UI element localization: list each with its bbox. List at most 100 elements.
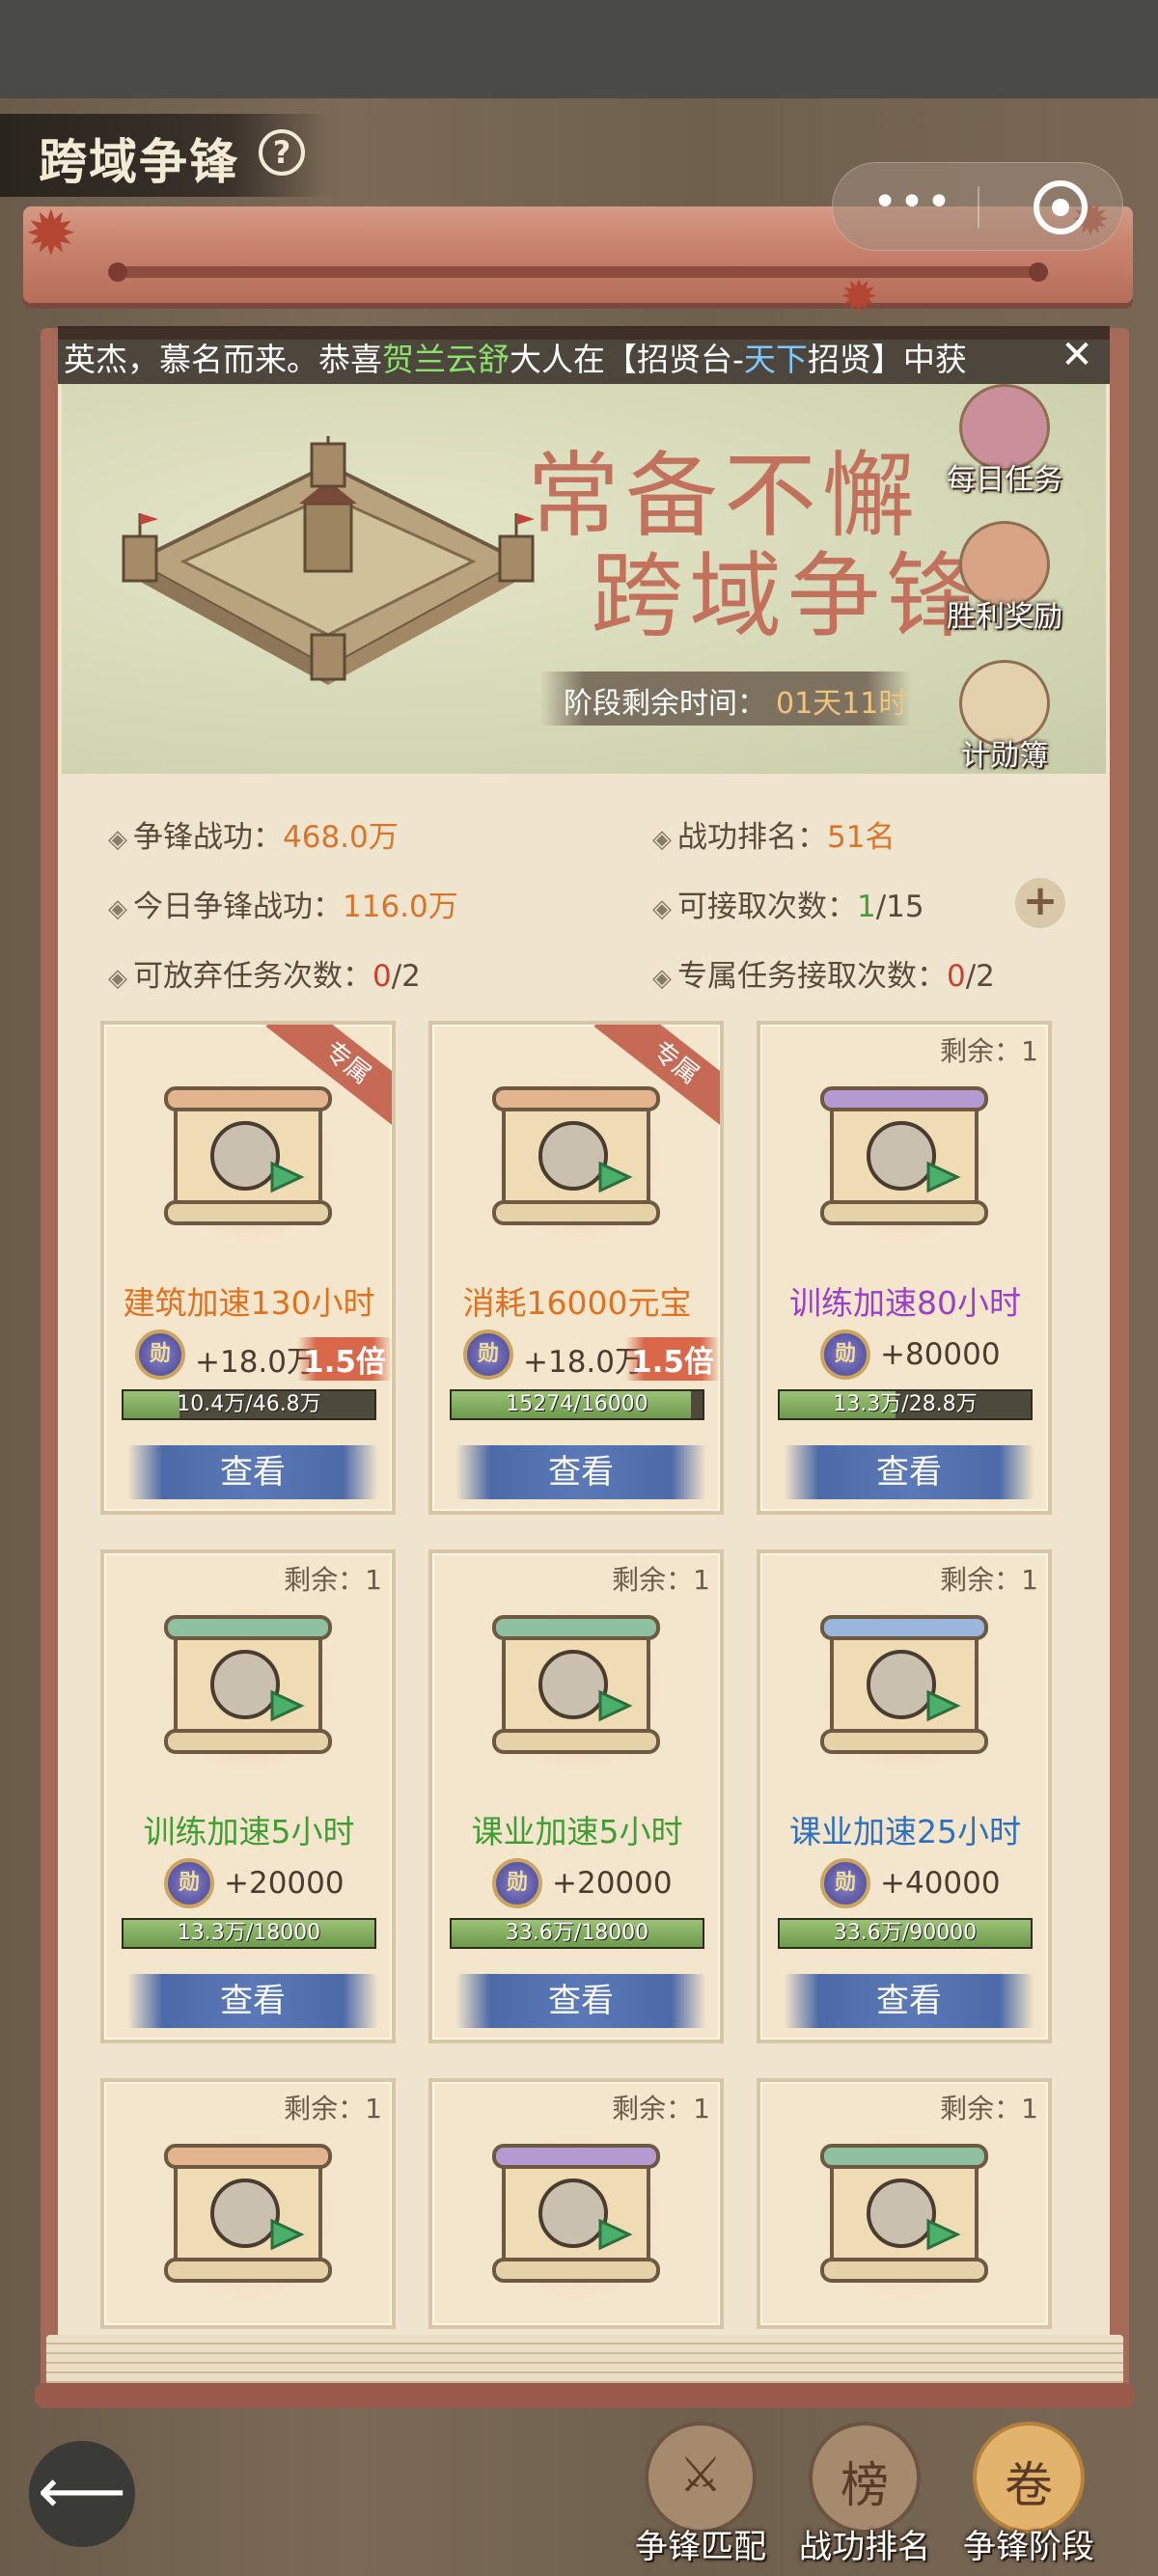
daily-tasks-label: 每日任务 (947, 463, 1062, 497)
task-name: 消耗16000元宝 (462, 1284, 692, 1322)
scroll-rod (112, 266, 1042, 278)
view-button[interactable]: 查看 (784, 1445, 1034, 1499)
task-card: 剩余：1 训练加速80小时勋 +80000 13.3万/28.8万 查看 (757, 1021, 1052, 1515)
victory-reward-button[interactable]: 胜利奖励 (942, 521, 1067, 646)
stage-scroll-icon: 卷 (1005, 2457, 1053, 2513)
task-progress-bar: 33.6万/90000 (778, 1918, 1033, 1949)
task-card: 专属 消耗16000元宝勋 +18.0万 1.5倍 15274/16000 查看 (428, 1021, 724, 1515)
remaining-count: 剩余：1 (940, 1564, 1038, 1596)
reward-value: +40000 (880, 1866, 1001, 1901)
contribution-stat: ◈ 争锋战功：468.0万 (108, 820, 399, 855)
gold-ingot-icon (492, 1086, 660, 1225)
task-progress-bar: 13.3万/28.8万 (778, 1389, 1033, 1420)
daily-tasks-button[interactable]: 每日任务 (942, 384, 1067, 509)
diamond-bullet-icon: ◈ (108, 825, 127, 854)
merit-coin-icon: 勋 (492, 1858, 542, 1908)
nav-match-label: 争锋匹配 (635, 2528, 766, 2566)
task-progress-bar: 33.6万/18000 (450, 1918, 704, 1949)
task-reward: 勋 +20000 (120, 1854, 380, 1912)
stage-time-value: 01天11时 (776, 687, 908, 721)
progress-text: 33.6万/18000 (505, 1921, 649, 1945)
page-title: 跨域争锋 (39, 133, 239, 190)
accept-count-stat: ◈ 可接取次数：1/15 (652, 890, 924, 924)
merit-coin-icon: 勋 (820, 1858, 870, 1908)
soldier-icon (164, 1615, 332, 1754)
diamond-bullet-icon: ◈ (108, 964, 127, 993)
view-button[interactable]: 查看 (127, 1974, 378, 2028)
back-arrow-icon: ⟵ (38, 2456, 126, 2528)
exclusive-count-stat: ◈ 专属任务接取次数：0/2 (652, 959, 995, 994)
nav-match-button[interactable]: ⚔ 争锋匹配 (614, 2422, 787, 2566)
view-button[interactable]: 查看 (455, 1445, 706, 1499)
task-progress-bar: 10.4万/46.8万 (122, 1389, 376, 1420)
task-progress-bar: 13.3万/18000 (122, 1918, 376, 1949)
nav-stage-label: 争锋阶段 (963, 2528, 1094, 2566)
view-button[interactable]: 查看 (127, 1445, 378, 1499)
progress-text: 10.4万/46.8万 (177, 1392, 321, 1416)
stage-time-label: 阶段剩余时间： (564, 687, 766, 721)
diamond-bullet-icon: ◈ (108, 894, 127, 923)
more-dots-icon[interactable]: ••• (869, 181, 956, 231)
progress-text: 13.3万/28.8万 (833, 1392, 978, 1416)
progress-text: 15274/16000 (506, 1392, 648, 1416)
task-card: 剩余：1 (428, 2078, 724, 2329)
question-circle-icon[interactable]: ? (259, 129, 305, 176)
merit-book-label: 计勋簿 (961, 739, 1048, 773)
maple-leaf-icon: ✹ (840, 270, 879, 324)
remaining-count: 剩余：1 (612, 2093, 710, 2124)
rank-stat: ◈ 战功排名：51名 (652, 820, 896, 855)
merit-coin-icon: 勋 (463, 1329, 513, 1380)
plus-icon[interactable]: + (1015, 878, 1065, 928)
book-icon (492, 1615, 660, 1754)
task-reward: 勋 +80000 (776, 1326, 1036, 1384)
task-name: 训练加速80小时 (789, 1284, 1021, 1322)
remaining-count: 剩余：1 (612, 1564, 710, 1596)
nav-ranking-label: 战功排名 (799, 2528, 930, 2566)
task-reward: 勋 +20000 (448, 1854, 708, 1912)
progress-text: 13.3万/18000 (177, 1921, 321, 1945)
view-button[interactable]: 查看 (455, 1974, 706, 2028)
reward-multiplier: 1.5倍 (297, 1337, 392, 1381)
task-name: 建筑加速130小时 (123, 1284, 375, 1322)
diamond-bullet-icon: ◈ (652, 964, 672, 993)
task-reward: 勋 +40000 (776, 1854, 1036, 1912)
capsule-divider (978, 186, 979, 229)
book-icon (820, 1615, 988, 1754)
back-button[interactable]: ⟵ (29, 2441, 135, 2547)
task-card: 剩余：1 课业加速5小时勋 +20000 33.6万/18000 查看 (428, 1549, 724, 2043)
nav-ranking-button[interactable]: 榜 战功排名 (778, 2422, 951, 2566)
merit-coin-icon: 勋 (164, 1858, 214, 1908)
maple-leaf-icon: ✹ (25, 199, 77, 270)
hammer-icon (164, 1086, 332, 1225)
status-bar-area (0, 0, 1158, 98)
remaining-count: 剩余：1 (940, 1035, 1038, 1067)
nav-stage-button[interactable]: 卷 争锋阶段 (942, 2422, 1116, 2566)
scroll-bottom-rod (35, 2383, 1135, 2408)
diamond-bullet-icon: ◈ (652, 825, 672, 854)
merit-book-button[interactable]: 计勋簿 (942, 660, 1067, 785)
ticker-text: 英杰，慕名而来。恭喜贺兰云舒大人在【招贤台-天下招贤】中获 (64, 341, 967, 378)
victory-reward-label: 胜利奖励 (947, 600, 1062, 634)
task-card: 剩余：1 课业加速25小时勋 +40000 33.6万/90000 查看 (757, 1549, 1052, 2043)
reward-value: +20000 (224, 1866, 345, 1901)
close-icon[interactable]: ✕ (1058, 328, 1096, 382)
target-circle-icon[interactable] (1034, 180, 1088, 234)
reward-value: +20000 (552, 1866, 673, 1901)
task-card: 剩余：1 (757, 2078, 1052, 2329)
merit-coin-icon: 勋 (820, 1329, 870, 1380)
view-button[interactable]: 查看 (784, 1974, 1034, 2028)
gold-ingot-icon (164, 2144, 332, 2283)
rod-knob-right (1029, 262, 1048, 282)
diamond-bullet-icon: ◈ (652, 894, 672, 923)
mini-program-capsule: ••• (832, 162, 1123, 251)
task-reward: 勋 +18.0万 1.5倍 (120, 1326, 392, 1384)
soldier-icon (820, 1086, 988, 1225)
merit-coin-icon: 勋 (135, 1329, 185, 1380)
coins-icon (492, 2144, 660, 2283)
task-reward: 勋 +18.0万 1.5倍 (448, 1326, 720, 1384)
soldiers-icon: ⚔ (678, 2447, 723, 2503)
task-name: 课业加速25小时 (789, 1813, 1021, 1850)
remaining-count: 剩余：1 (284, 2093, 382, 2124)
bandit-icon (820, 2144, 988, 2283)
task-card: 剩余：1 训练加速5小时勋 +20000 13.3万/18000 查看 (100, 1549, 396, 2043)
